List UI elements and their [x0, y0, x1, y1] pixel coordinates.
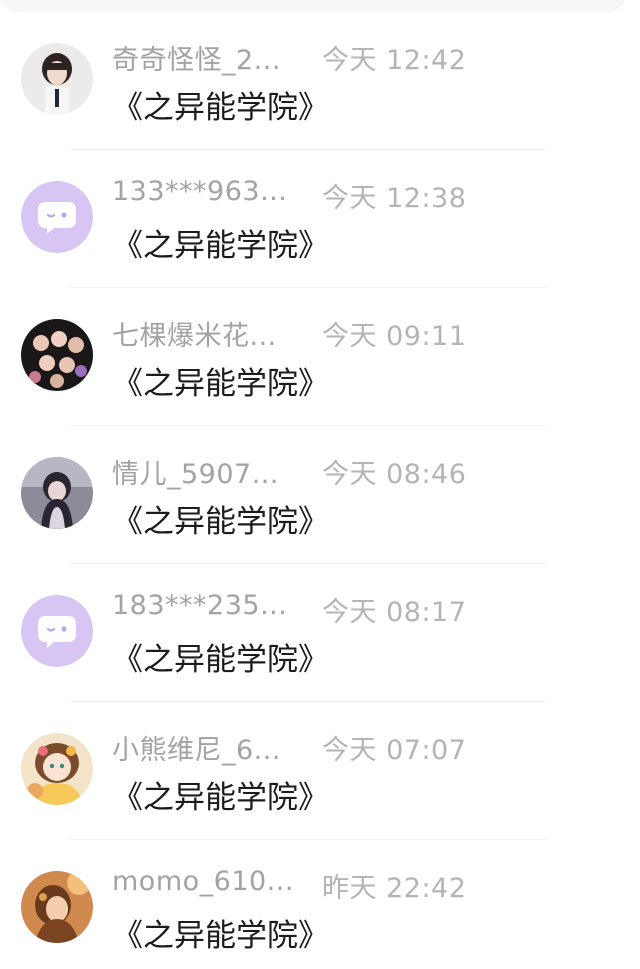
- message-time: 今天 12:38: [322, 183, 467, 214]
- message-row[interactable]: 183***235... 今天 08:17 《之异能学院》: [0, 552, 640, 702]
- avatar[interactable]: [21, 595, 93, 667]
- avatar[interactable]: [21, 457, 93, 529]
- avatar[interactable]: [21, 43, 93, 115]
- avatar[interactable]: [21, 181, 93, 253]
- message-preview: 《之异能学院》: [112, 366, 329, 402]
- sender-name: momo_610...: [112, 866, 294, 897]
- message-row[interactable]: 情儿_5907... 今天 08:46 《之异能学院》: [0, 414, 640, 564]
- avatar[interactable]: [21, 733, 93, 805]
- message-row[interactable]: 小熊维尼_6... 今天 07:07 《之异能学院》: [0, 690, 640, 840]
- message-time: 今天 08:17: [322, 597, 467, 628]
- message-row[interactable]: 133***963... 今天 12:38 《之异能学院》: [0, 138, 640, 288]
- message-time: 昨天 22:42: [322, 873, 467, 904]
- sender-name: 情儿_5907...: [112, 459, 279, 490]
- chat-bubble-icon: [21, 181, 93, 253]
- message-preview: 《之异能学院》: [112, 918, 329, 954]
- avatar[interactable]: [21, 319, 93, 391]
- chat-bubble-icon: [21, 595, 93, 667]
- message-preview: 《之异能学院》: [112, 228, 329, 264]
- sender-name: 133***963...: [112, 176, 288, 207]
- message-preview: 《之异能学院》: [112, 642, 329, 678]
- sender-name: 奇奇怪怪_2...: [112, 45, 281, 76]
- message-row[interactable]: 奇奇怪怪_2... 今天 12:42 《之异能学院》: [0, 0, 640, 150]
- message-row[interactable]: 七棵爆米花... 今天 09:11 《之异能学院》: [0, 276, 640, 426]
- sender-name: 小熊维尼_6...: [112, 735, 281, 766]
- sender-name: 183***235...: [112, 590, 288, 621]
- message-row[interactable]: momo_610... 昨天 22:42 《之异能学院》: [0, 828, 640, 966]
- message-time: 今天 07:07: [322, 735, 467, 766]
- message-time: 今天 08:46: [322, 459, 467, 490]
- message-preview: 《之异能学院》: [112, 90, 329, 126]
- message-time: 今天 12:42: [322, 45, 467, 76]
- message-preview: 《之异能学院》: [112, 780, 329, 816]
- message-preview: 《之异能学院》: [112, 504, 329, 540]
- message-time: 今天 09:11: [322, 321, 467, 352]
- avatar[interactable]: [21, 871, 93, 943]
- sender-name: 七棵爆米花...: [112, 321, 277, 352]
